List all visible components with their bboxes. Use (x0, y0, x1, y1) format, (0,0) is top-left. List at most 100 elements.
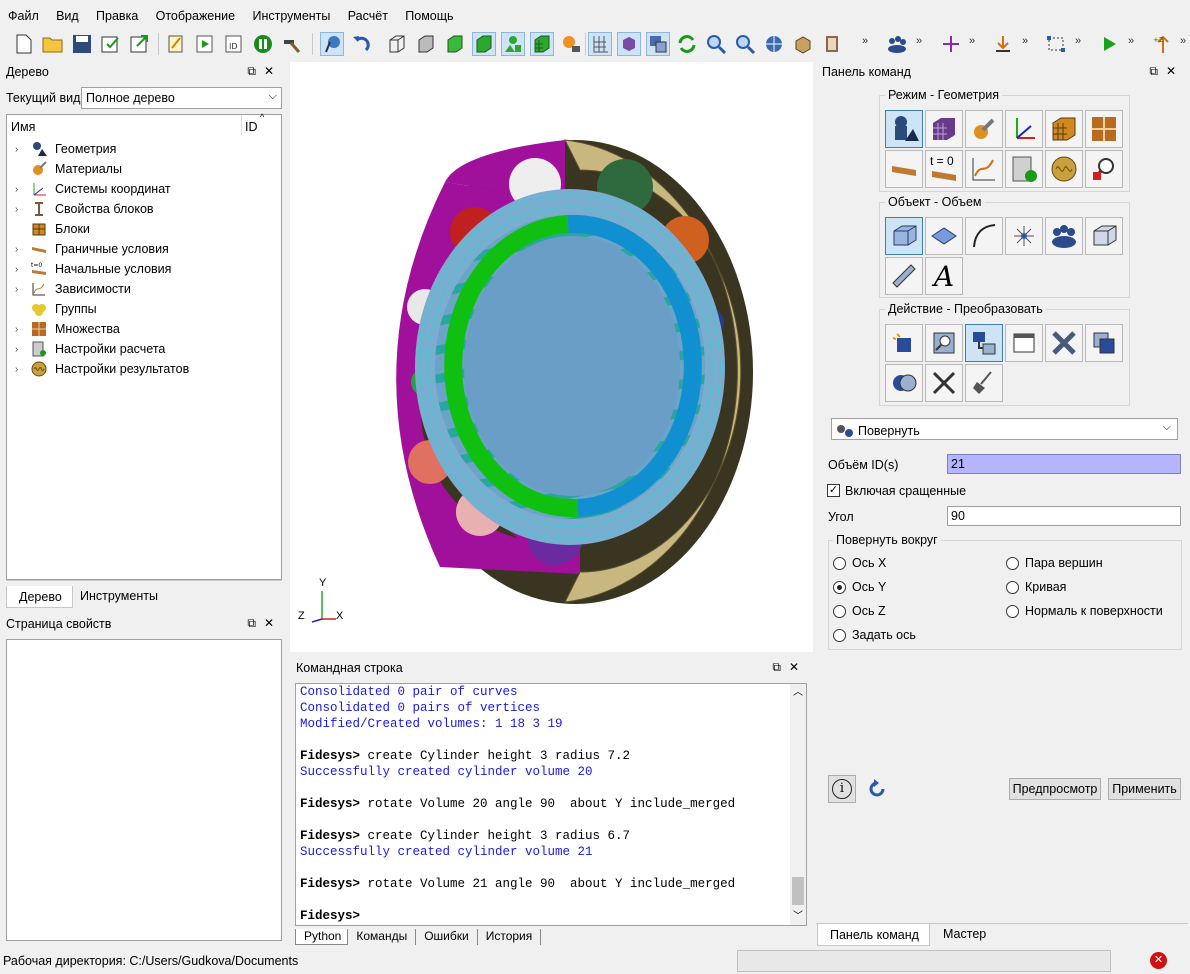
scroll-down-icon[interactable]: ﹀ (793, 910, 803, 926)
menu-display[interactable]: Отображение (148, 6, 241, 23)
tree-item[interactable]: › t=0 Начальные условия (15, 259, 171, 279)
action-modify-button[interactable] (925, 324, 963, 362)
object-group-button[interactable] (1045, 217, 1083, 255)
radio-vertex-pair[interactable]: Пара вершин (1006, 556, 1103, 570)
action-create-button[interactable] (885, 324, 923, 362)
open-folder-icon[interactable] (41, 32, 65, 56)
results-mode-button[interactable] (1045, 150, 1083, 188)
radio-axis-y[interactable]: Ось Y (833, 580, 886, 594)
object-volume-button[interactable] (885, 217, 923, 255)
coordinate-mode-button[interactable] (1005, 110, 1043, 148)
ruler-book-icon[interactable] (820, 32, 844, 56)
save-icon[interactable] (70, 32, 94, 56)
panel-float-close-icon[interactable]: ⧉✕ (247, 64, 282, 79)
zoom-in-icon[interactable] (704, 32, 728, 56)
green-cube-icon[interactable] (472, 32, 496, 56)
wireframe-cube-icon[interactable] (385, 32, 409, 56)
action-tools-button[interactable] (925, 364, 963, 402)
object-surface-button[interactable] (925, 217, 963, 255)
fit-view-icon[interactable] (762, 32, 786, 56)
panel-float-close-icon[interactable]: ⧉✕ (1149, 64, 1184, 79)
angle-input[interactable]: 90 (947, 506, 1181, 526)
panel-float-close-icon[interactable]: ⧉✕ (247, 616, 282, 631)
action-delete-button[interactable] (1045, 324, 1083, 362)
download-arrow-icon[interactable] (991, 32, 1015, 56)
expand-arrow-icon[interactable]: › (15, 344, 31, 355)
radio-curve[interactable]: Кривая (1006, 580, 1066, 594)
reset-button[interactable] (866, 778, 888, 803)
tree-item[interactable]: › Свойства блоков (15, 199, 154, 219)
expand-arrow-icon[interactable]: › (15, 144, 31, 155)
expand-arrow-icon[interactable]: › (15, 364, 31, 375)
action-properties-button[interactable] (1005, 324, 1043, 362)
tree-item[interactable]: Материалы (15, 159, 122, 179)
inspect-mode-button[interactable] (1085, 150, 1123, 188)
radio-axis-x[interactable]: Ось X (833, 556, 886, 570)
bounding-box-icon[interactable] (1044, 32, 1068, 56)
run-play-icon[interactable] (1097, 32, 1121, 56)
console-scrollbar[interactable]: ︿ ﹀ (790, 684, 806, 925)
shapes-orange-icon[interactable] (559, 32, 583, 56)
undo-icon[interactable] (349, 32, 373, 56)
info-button[interactable]: i (828, 775, 856, 803)
menu-tools[interactable]: Инструменты (244, 6, 336, 23)
dependencies-mode-button[interactable] (965, 150, 1003, 188)
tree-item[interactable]: › Граничные условия (15, 239, 169, 259)
blocks-mode-button[interactable] (1045, 110, 1083, 148)
mesh-mode-button[interactable] (925, 110, 963, 148)
scroll-up-icon[interactable]: ︿ (793, 686, 803, 702)
menu-calculation[interactable]: Расчёт (340, 6, 394, 23)
action-transform-button[interactable] (965, 324, 1003, 362)
tab-command-panel[interactable]: Панель команд (817, 924, 930, 946)
green-shapes-icon[interactable] (501, 32, 525, 56)
pause-icon[interactable] (251, 32, 275, 56)
object-vertex-button[interactable] (1005, 217, 1043, 255)
tree-item[interactable]: › Системы координат (15, 179, 171, 199)
object-curve-button[interactable] (965, 217, 1003, 255)
object-text-button[interactable]: A (925, 257, 963, 295)
volume-ids-input[interactable]: 21 (947, 454, 1181, 474)
calc-mode-button[interactable] (1005, 150, 1043, 188)
geometry-mode-button[interactable] (885, 110, 923, 148)
tab-tree[interactable]: Дерево (6, 586, 73, 608)
tree-item[interactable]: › Настройки расчета (15, 339, 165, 359)
hammer-icon[interactable] (280, 32, 304, 56)
window-overlay-icon[interactable] (646, 32, 670, 56)
material-mode-button[interactable] (965, 110, 1003, 148)
apply-button[interactable]: Применить (1108, 778, 1181, 800)
sets-mode-button[interactable] (1085, 110, 1123, 148)
tree-item[interactable]: › Зависимости (15, 279, 131, 299)
tree-item[interactable]: Группы (15, 299, 97, 319)
tree-column-name[interactable]: Имя (11, 120, 35, 134)
tab-commands[interactable]: Команды (348, 929, 417, 945)
panel-float-close-icon[interactable]: ⧉✕ (772, 660, 807, 675)
tree-item[interactable]: Блоки (15, 219, 90, 239)
zoom-out-icon[interactable] (733, 32, 757, 56)
export-icon[interactable] (128, 32, 152, 56)
expand-arrow-icon[interactable]: › (15, 284, 31, 295)
run-script-icon[interactable] (193, 32, 217, 56)
radio-axis-z[interactable]: Ось Z (833, 604, 886, 618)
console-output[interactable]: Consolidated 0 pair of curves Consolidate… (295, 683, 807, 926)
expand-arrow-icon[interactable]: › (15, 324, 31, 335)
action-copy-button[interactable] (1085, 324, 1123, 362)
operation-select[interactable]: Повернуть ⌵ (831, 418, 1178, 440)
tab-wizard[interactable]: Мастер (931, 923, 996, 945)
mesh-cube-icon[interactable] (530, 32, 554, 56)
object-body-button[interactable] (1085, 217, 1123, 255)
id-script-icon[interactable]: ID (222, 32, 246, 56)
z-axis-arrow-icon[interactable]: +Z (1151, 32, 1175, 56)
tree-item[interactable]: › Геометрия (15, 139, 116, 159)
purple-cube-icon[interactable] (617, 32, 641, 56)
scroll-thumb[interactable] (792, 877, 804, 905)
tab-errors[interactable]: Ошибки (416, 929, 478, 945)
preview-button[interactable]: Предпросмотр (1009, 778, 1101, 800)
hidden-line-cube-icon[interactable] (414, 32, 438, 56)
blue-people-icon[interactable] (885, 32, 909, 56)
tree-item[interactable]: › Множества (15, 319, 120, 339)
tab-history[interactable]: История (478, 929, 542, 945)
tree-item[interactable]: › Настройки результатов (15, 359, 189, 379)
radio-custom-axis[interactable]: Задать ось (833, 628, 916, 642)
refresh-icon[interactable] (675, 32, 699, 56)
grid-axes-icon[interactable] (588, 32, 612, 56)
